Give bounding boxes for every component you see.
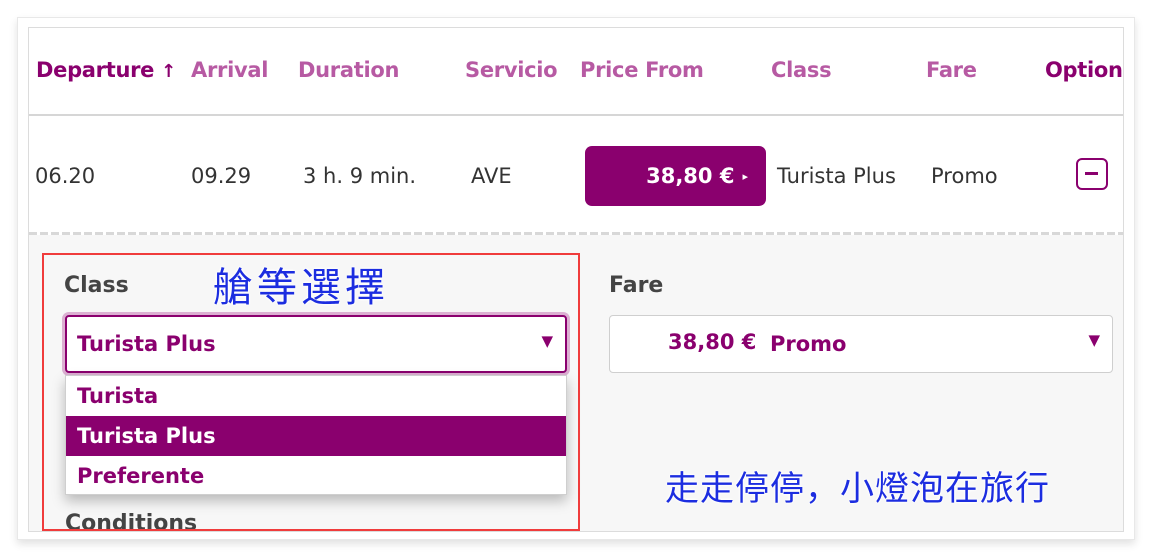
chevron-down-icon: ▼	[1088, 331, 1100, 349]
price-value: 38,80 €	[646, 164, 735, 188]
header-servicio[interactable]: Servicio	[465, 58, 558, 82]
departure-time: 06.20	[35, 164, 96, 188]
class-option-turista-plus[interactable]: Turista Plus	[66, 416, 566, 456]
arrival-time: 09.29	[191, 164, 252, 188]
header-price-from[interactable]: Price From	[580, 58, 704, 82]
details-panel: Class Turista Plus ▼ Turista Turista Plu…	[29, 235, 1123, 532]
table-row: 06.20 09.29 3 h. 9 min. AVE 38,80 € ▸ Tu…	[29, 118, 1123, 232]
fare-select-value: Promo	[770, 332, 847, 356]
header-departure[interactable]: Departure ↑	[36, 58, 176, 82]
train-results-panel: Departure ↑ Arrival Duration Servicio Pr…	[28, 27, 1124, 532]
row-class: Turista Plus	[777, 164, 896, 188]
sort-ascending-icon: ↑	[161, 61, 176, 82]
class-option-turista[interactable]: Turista	[66, 376, 566, 416]
table-header: Departure ↑ Arrival Duration Servicio Pr…	[29, 28, 1123, 116]
chevron-down-icon: ▼	[541, 332, 553, 350]
blog-watermark: 走走停停，小燈泡在旅行	[665, 469, 1050, 509]
header-duration[interactable]: Duration	[298, 58, 399, 82]
fare-label: Fare	[609, 273, 664, 298]
class-label: Class	[64, 273, 129, 298]
class-option-preferente[interactable]: Preferente	[66, 456, 566, 496]
fare-select[interactable]: 38,80 € Promo ▼	[609, 315, 1113, 373]
conditions-label: Conditions	[65, 511, 198, 532]
header-arrival[interactable]: Arrival	[191, 58, 268, 82]
service-type: AVE	[471, 164, 512, 188]
header-class[interactable]: Class	[771, 58, 832, 82]
class-select[interactable]: Turista Plus ▼	[65, 315, 567, 373]
header-option: Option	[1045, 58, 1123, 82]
annotation-title: 艙等選擇	[213, 265, 389, 311]
fare-select-price: 38,80 €	[668, 330, 757, 354]
row-fare: Promo	[931, 164, 998, 188]
trip-duration: 3 h. 9 min.	[303, 164, 417, 188]
class-dropdown-list: Turista Turista Plus Preferente	[65, 375, 567, 495]
play-arrow-icon: ▸	[742, 169, 748, 183]
class-select-value: Turista Plus	[77, 332, 216, 356]
collapse-minus-icon[interactable]	[1076, 158, 1108, 190]
price-button[interactable]: 38,80 € ▸	[585, 146, 766, 206]
header-fare[interactable]: Fare	[926, 58, 977, 82]
